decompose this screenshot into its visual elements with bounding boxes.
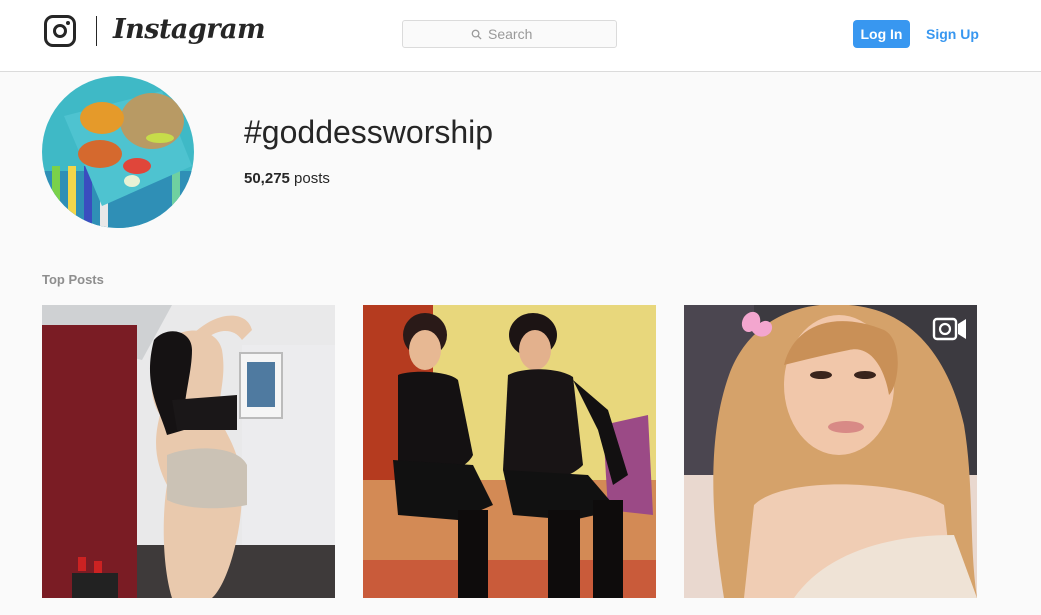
avatar-food-image (42, 76, 194, 228)
fries (78, 140, 122, 168)
hashtag-title: #goddessworship (244, 114, 494, 150)
instagram-camera-icon[interactable] (44, 15, 76, 47)
post-count: 50,275 posts (244, 170, 330, 187)
post-tile[interactable] (363, 305, 656, 598)
post-tile[interactable] (684, 305, 977, 598)
post-count-suffix: posts (289, 170, 330, 187)
tomato (123, 158, 151, 174)
search-input[interactable] (488, 26, 548, 42)
lime (146, 133, 174, 143)
search-box[interactable] (402, 20, 617, 48)
cucumber (124, 175, 140, 187)
hashtag-avatar (42, 76, 194, 228)
pumpkin (80, 102, 124, 134)
logo-divider (96, 16, 97, 46)
post-tile[interactable] (42, 305, 335, 598)
post-count-number: 50,275 (244, 170, 290, 187)
camera-flash-dot (66, 21, 70, 25)
top-navigation-bar: Instagram Log In Sign Up (0, 0, 1041, 72)
camera-lens (53, 24, 67, 38)
post-image (42, 305, 335, 598)
sign-up-link[interactable]: Sign Up (926, 26, 979, 42)
post-image (684, 305, 977, 598)
post-image (363, 305, 656, 598)
search-icon (471, 29, 482, 40)
instagram-wordmark[interactable]: Instagram (113, 14, 266, 45)
top-posts-label: Top Posts (42, 272, 104, 287)
log-in-button[interactable]: Log In (853, 20, 910, 48)
